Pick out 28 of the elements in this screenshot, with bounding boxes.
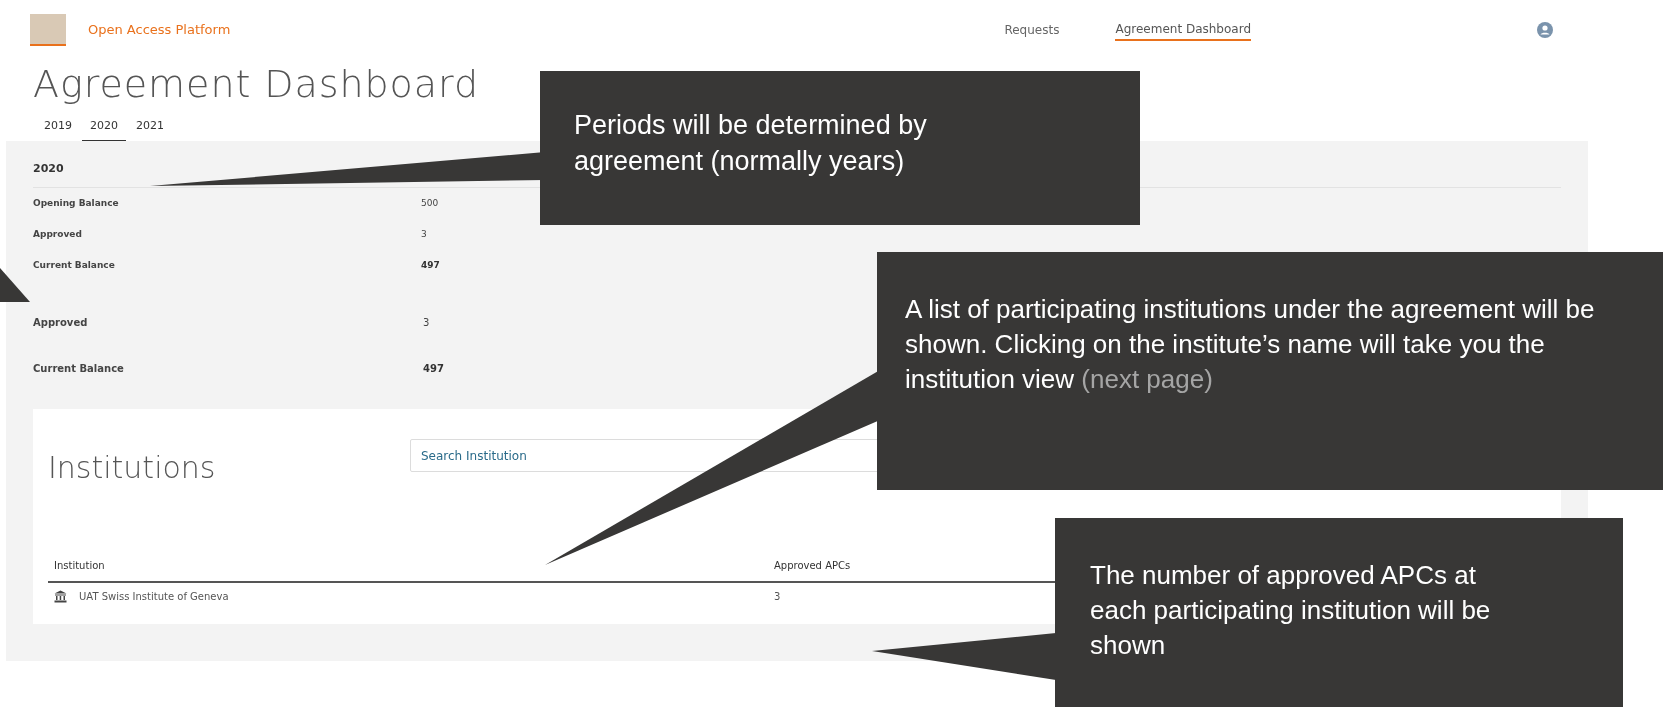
publisher-logo-icon <box>30 14 66 46</box>
callout-box: Periods will be determined by agreement (normally years) <box>540 71 1140 225</box>
summary-label: Opening Balance <box>33 196 120 210</box>
summary-value: 500 <box>421 196 439 210</box>
institution-name[interactable]: UAT Swiss Institute of Geneva <box>79 588 774 604</box>
column-header: Approved APCs <box>774 559 851 573</box>
year-tab[interactable]: 2020 <box>82 118 126 141</box>
nav-link[interactable]: Agreement Dashboard <box>1115 19 1251 41</box>
brand-name: Open Access Platform <box>88 21 231 40</box>
column-header: Institution <box>54 559 106 573</box>
summary-value: 3 <box>421 227 427 241</box>
summary-value: 497 <box>423 361 444 376</box>
year-tab[interactable]: 2021 <box>128 118 172 141</box>
summary-label: Current Balance <box>33 361 125 376</box>
summary-value: 497 <box>421 258 440 272</box>
summary-label: Approved <box>33 315 89 330</box>
nav-link[interactable]: Requests <box>1004 20 1060 40</box>
page-title: Agreement Dashboard <box>33 61 480 108</box>
approved-apcs-value: 3 <box>774 589 781 604</box>
callout-pointer <box>0 268 30 302</box>
bank-building-icon <box>54 589 67 603</box>
summary-label: Approved <box>33 227 83 241</box>
summary-value: 3 <box>423 315 430 330</box>
callout-box: The number of approved APCs at each participating institution will be shown <box>1055 518 1623 707</box>
summary-label: Current Balance <box>33 258 116 272</box>
institutions-title: Institutions <box>48 449 217 487</box>
user-avatar-icon[interactable] <box>1537 22 1553 38</box>
year-tab[interactable]: 2019 <box>36 118 80 141</box>
